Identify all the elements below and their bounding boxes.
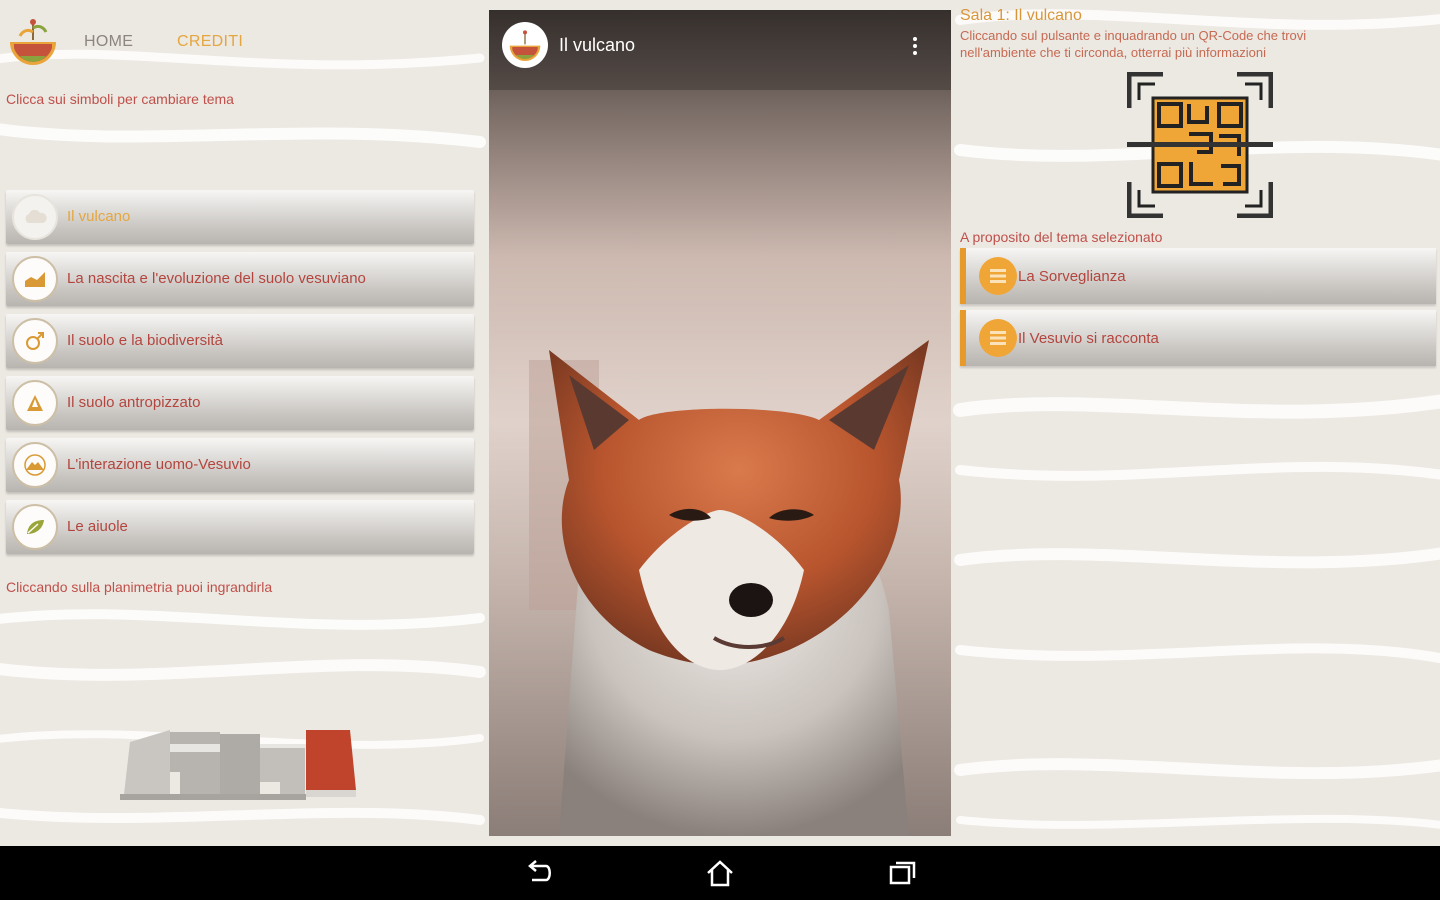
volcano-icon — [12, 442, 58, 488]
theme-item-biodiversita[interactable]: Il suolo e la biodiversità — [6, 314, 474, 368]
back-button[interactable] — [522, 858, 556, 888]
topic-item-vesuvio-racconta[interactable]: Il Vesuvio si racconta — [960, 310, 1436, 366]
app-logo-icon — [502, 22, 548, 68]
chart-icon — [12, 256, 58, 302]
room-title: Sala 1: Il vulcano — [960, 7, 1082, 24]
room-description: Cliccando sul pulsante e inquadrando un … — [960, 28, 1307, 60]
list-icon — [979, 257, 1017, 295]
qr-scan-button[interactable] — [1127, 72, 1273, 218]
nav-home-link[interactable]: HOME — [84, 33, 133, 51]
app-logo-icon[interactable] — [6, 14, 60, 68]
nav-credits-link[interactable]: CREDITI — [177, 33, 243, 51]
preview-title: Il vulcano — [559, 35, 636, 55]
gender-icon — [12, 318, 58, 364]
theme-item-aiuole[interactable]: Le aiuole — [6, 500, 474, 554]
theme-item-antropizzato[interactable]: Il suolo antropizzato — [6, 376, 474, 430]
app-screen: HOME CREDITI Clicca sui simboli per camb… — [0, 0, 1440, 846]
leaf-icon — [12, 504, 58, 550]
topic-item-label: Il Vesuvio si racconta — [1018, 330, 1159, 347]
pyramid-icon — [12, 380, 58, 426]
recents-icon — [889, 861, 916, 885]
theme-item-vulcano[interactable]: Il vulcano — [6, 190, 474, 244]
theme-item-label: L'interazione uomo-Vesuvio — [67, 456, 251, 473]
topic-item-sorveglianza[interactable]: La Sorveglianza — [960, 248, 1436, 304]
preview-panel: Il vulcano — [489, 10, 951, 836]
topic-item-label: La Sorveglianza — [1018, 268, 1126, 285]
cloud-icon — [12, 194, 58, 240]
floorplan-map[interactable] — [120, 722, 360, 802]
left-panel: HOME CREDITI Clicca sui simboli per camb… — [0, 0, 480, 846]
system-navigation-bar — [0, 846, 1440, 900]
list-icon — [979, 319, 1017, 357]
theme-item-label: Le aiuole — [67, 518, 128, 535]
theme-item-label: La nascita e l'evoluzione del suolo vesu… — [67, 270, 366, 287]
theme-item-label: Il suolo antropizzato — [67, 394, 201, 411]
theme-menu: Il vulcano La nascita e l'evoluzione del… — [6, 190, 474, 562]
theme-item-label: Il vulcano — [67, 208, 131, 225]
fox-photo — [489, 10, 951, 836]
theme-hint-text: Clicca sui simboli per cambiare tema — [6, 91, 234, 107]
related-topics-subtitle: A proposito del tema selezionato — [960, 229, 1163, 245]
home-button[interactable] — [703, 858, 737, 888]
right-panel: Sala 1: Il vulcano Cliccando sul pulsant… — [960, 0, 1440, 846]
theme-item-label: Il suolo e la biodiversità — [67, 332, 223, 349]
recents-button[interactable] — [885, 858, 919, 888]
overflow-menu-icon[interactable] — [909, 36, 921, 56]
related-topics-list: La Sorveglianza Il Vesuvio si racconta — [960, 248, 1436, 372]
theme-item-nascita[interactable]: La nascita e l'evoluzione del suolo vesu… — [6, 252, 474, 306]
theme-item-interazione[interactable]: L'interazione uomo-Vesuvio — [6, 438, 474, 492]
back-arrow-icon — [528, 860, 551, 882]
home-icon — [707, 860, 733, 887]
floorplan-hint-text: Cliccando sulla planimetria puoi ingrand… — [6, 579, 273, 595]
